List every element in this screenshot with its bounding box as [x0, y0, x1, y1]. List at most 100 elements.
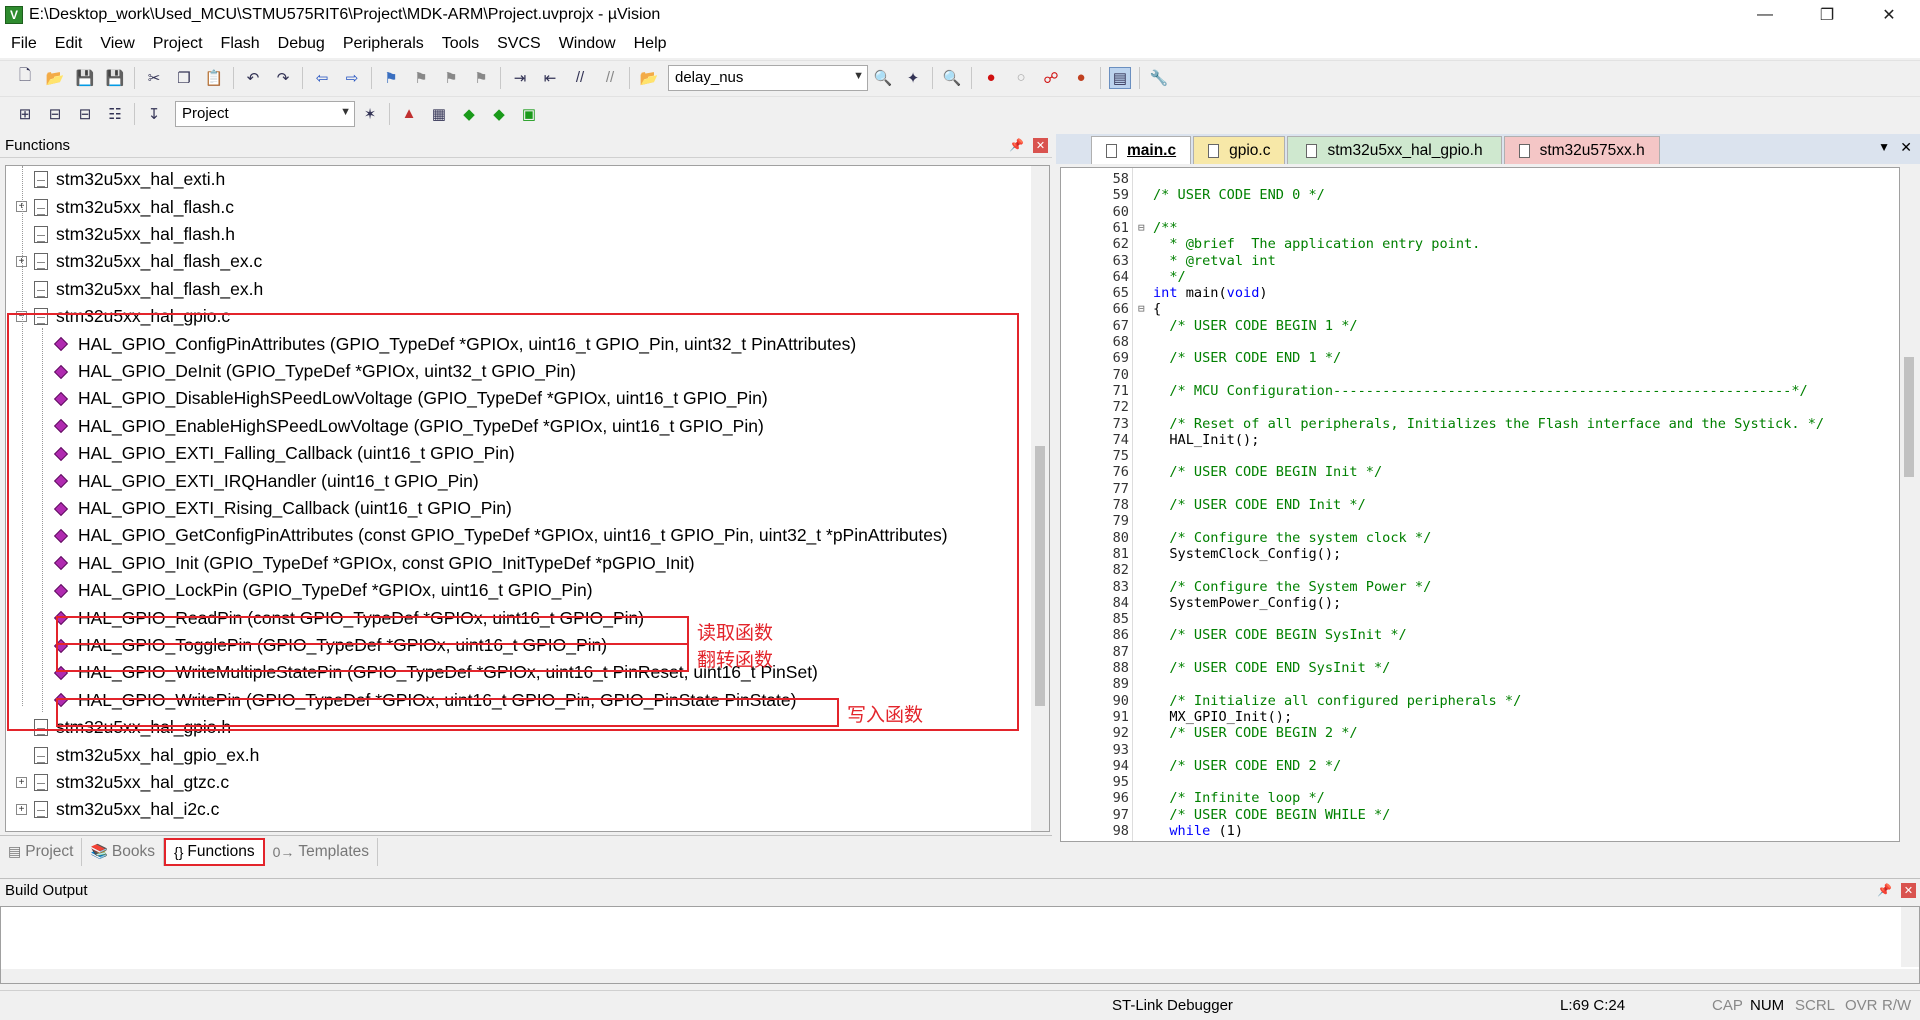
enable-breakpoint-icon[interactable]: ○ — [1010, 67, 1032, 89]
editor-tab[interactable]: main.c — [1091, 136, 1192, 164]
minimize-button[interactable]: — — [1734, 0, 1796, 30]
menu-help[interactable]: Help — [625, 35, 676, 53]
editor-tab[interactable]: gpio.c — [1193, 136, 1286, 164]
comment-icon[interactable]: // — [569, 67, 591, 89]
manage-project-icon[interactable]: ▲ — [398, 103, 420, 125]
batch-build-icon[interactable]: ☷ — [104, 103, 126, 125]
nav-forward-icon[interactable]: ⇨ — [341, 67, 363, 89]
build-output-hscrollbar[interactable] — [1, 969, 1919, 983]
tree-scrollbar[interactable] — [1031, 166, 1049, 831]
editor-tab[interactable]: stm32u575xx.h — [1503, 136, 1660, 164]
bookmark-icon[interactable]: ⚑ — [380, 67, 402, 89]
next-bookmark-icon[interactable]: ⚑ — [440, 67, 462, 89]
code-editor[interactable]: 58 59/* USER CODE END 0 */60 61 ⊟/** 62 * @b… — [1060, 167, 1900, 842]
clear-bookmarks-icon[interactable]: ⚑ — [470, 67, 492, 89]
save-all-icon[interactable]: 💾 — [104, 67, 126, 89]
menu-file[interactable]: File — [0, 35, 46, 53]
disable-breakpoints-icon[interactable]: ☍ — [1040, 67, 1062, 89]
pack-installer-icon[interactable]: ▣ — [518, 103, 540, 125]
menu-edit[interactable]: Edit — [46, 35, 92, 53]
undo-icon[interactable]: ↶ — [242, 67, 264, 89]
editor-scroll-thumb[interactable] — [1904, 357, 1914, 477]
translate-icon[interactable]: ⊞ — [14, 103, 36, 125]
editor-hscrollbar[interactable] — [1060, 843, 1918, 857]
tree-file-row[interactable]: + stm32u5xx_hal_gtzc.c — [16, 769, 229, 797]
target-combo[interactable]: Project ▼ — [175, 100, 355, 127]
tree-file-row[interactable]: stm32u5xx_hal_gpio_ex.h — [34, 741, 259, 769]
fold-toggle-icon[interactable]: ⊟ — [1138, 220, 1145, 236]
indent-icon[interactable]: ⇥ — [509, 67, 531, 89]
kill-breakpoints-icon[interactable]: ● — [1070, 67, 1092, 89]
maximize-button[interactable]: ❐ — [1796, 0, 1858, 30]
save-icon[interactable]: 💾 — [74, 67, 96, 89]
tree-file-row[interactable]: + stm32u5xx_hal_flash_ex.c — [16, 248, 262, 276]
rebuild-icon[interactable]: ⊟ — [74, 103, 96, 125]
code-text: /* USER CODE BEGIN WHILE */ — [1153, 806, 1391, 823]
close-icon[interactable]: ✕ — [1033, 138, 1048, 153]
target-options-icon[interactable]: ✶ — [359, 103, 381, 125]
cut-icon[interactable]: ✂ — [143, 67, 165, 89]
menu-svcs[interactable]: SVCS — [488, 35, 550, 53]
paste-icon[interactable]: 📋 — [203, 67, 225, 89]
uncomment-icon[interactable]: // — [599, 67, 621, 89]
find-combo[interactable]: delay_nus ▼ — [668, 64, 868, 91]
run-time-env-icon[interactable]: ◆ — [488, 103, 510, 125]
tab-functions[interactable]: {} Functions — [164, 837, 265, 866]
build-icon[interactable]: ⊟ — [44, 103, 66, 125]
pin-icon[interactable]: 📌 — [1009, 138, 1024, 152]
code-line: 66 ⊟ { — [1061, 301, 1891, 317]
redo-icon[interactable]: ↷ — [272, 67, 294, 89]
menu-debug[interactable]: Debug — [269, 35, 334, 53]
open-file-icon[interactable]: 📂 — [44, 67, 66, 89]
download-icon[interactable]: ↧ — [143, 103, 165, 125]
editor-vscrollbar[interactable] — [1900, 167, 1918, 842]
menu-project[interactable]: Project — [144, 35, 212, 53]
pin-icon[interactable]: 📌 — [1877, 883, 1892, 897]
close-icon[interactable]: ✕ — [1901, 883, 1916, 898]
tab-list-icon[interactable]: ▼ — [1878, 140, 1890, 154]
expand-icon[interactable]: + — [16, 804, 27, 816]
prev-bookmark-icon[interactable]: ⚑ — [410, 67, 432, 89]
tree-file-row[interactable]: + stm32u5xx_hal_i2c.c — [16, 796, 219, 824]
manage-components-icon[interactable]: ▦ — [428, 103, 450, 125]
tree-file-row[interactable]: stm32u5xx_hal_flash.h — [34, 221, 235, 249]
tab-project[interactable]: ▤ Project — [0, 837, 83, 866]
menu-flash[interactable]: Flash — [212, 35, 269, 53]
editor-tab[interactable]: stm32u5xx_hal_gpio.h — [1287, 136, 1502, 164]
window-layout-icon[interactable]: ▤ — [1109, 66, 1131, 89]
menu-window[interactable]: Window — [550, 35, 625, 53]
code-text: /* USER CODE BEGIN SysInit */ — [1153, 627, 1407, 644]
tree-file-row[interactable]: stm32u5xx_hal_flash_ex.h — [34, 276, 263, 304]
find-in-files-icon[interactable]: 📂 — [638, 67, 660, 89]
menu-view[interactable]: View — [91, 35, 143, 53]
debug-session-icon[interactable]: 🔍 — [941, 67, 963, 89]
copy-icon[interactable]: ❐ — [173, 67, 195, 89]
nav-back-icon[interactable]: ⇦ — [311, 67, 333, 89]
tree-file-label: stm32u5xx_hal_flash.c — [56, 196, 235, 217]
new-file-icon[interactable]: 🗋 — [14, 67, 36, 89]
tree-file-row[interactable]: + stm32u5xx_hal_flash.c — [16, 193, 235, 221]
build-output-scrollbar[interactable] — [1901, 907, 1919, 967]
tab-templates[interactable]: 0→ Templates — [265, 837, 379, 866]
unindent-icon[interactable]: ⇤ — [539, 67, 561, 89]
expand-icon[interactable]: + — [16, 776, 27, 788]
tab-books[interactable]: 📚 Books — [82, 837, 165, 866]
menu-tools[interactable]: Tools — [433, 35, 488, 53]
insert-breakpoint-icon[interactable]: ● — [980, 67, 1002, 89]
menu-peripherals[interactable]: Peripherals — [334, 35, 433, 53]
configure-icon[interactable]: 🔧 — [1148, 67, 1170, 89]
find-icon[interactable]: 🔍 — [872, 67, 894, 89]
close-button[interactable]: ✕ — [1858, 0, 1920, 30]
close-editor-icon[interactable]: ✕ — [1900, 139, 1912, 156]
line-number: 67 — [1112, 317, 1129, 334]
fold-toggle-icon[interactable]: ⊟ — [1138, 839, 1145, 841]
code-line: 69 /* USER CODE END 1 */ — [1061, 350, 1891, 366]
build-output-header: Build Output 📌 ✕ — [0, 878, 1920, 902]
fold-toggle-icon[interactable]: ⊟ — [1138, 301, 1145, 317]
code-text: /** — [1153, 219, 1178, 236]
select-packs-icon[interactable]: ◆ — [458, 103, 480, 125]
tree-scroll-thumb[interactable] — [1035, 446, 1045, 706]
incremental-find-icon[interactable]: ✦ — [902, 67, 924, 89]
build-output-panel[interactable] — [0, 906, 1920, 984]
tree-file-row[interactable]: stm32u5xx_hal_exti.h — [34, 166, 225, 194]
